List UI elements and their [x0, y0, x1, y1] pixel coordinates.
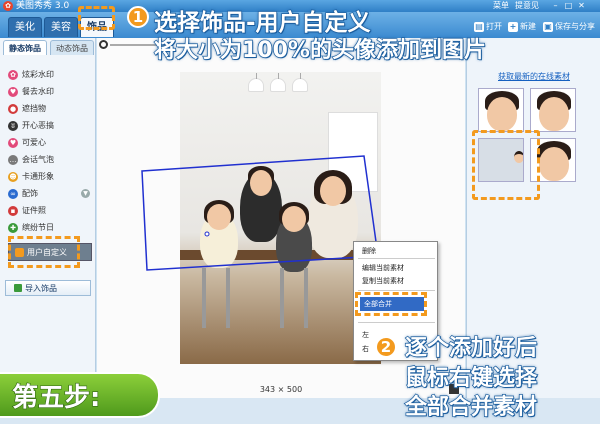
category-item[interactable]: ♥ 可爱心	[8, 134, 90, 151]
annotation-step-1-line-2: 将大小为100%的头像添加到图片	[153, 37, 486, 63]
magnifier-icon[interactable]	[99, 40, 108, 49]
accessory-panel: 静态饰品 动态饰品 ✿ 炫彩水印 ♥ 餐去水印 ● 遮挡物 ʬ 开心恶搞 ♥ 可…	[0, 38, 96, 398]
tab-makeup[interactable]: 美容	[44, 17, 78, 37]
person-child-right	[276, 202, 312, 272]
heart-icon: ♥	[8, 86, 18, 97]
step-banner-label: 第五步:	[11, 382, 101, 413]
category-label: 卡通形象	[22, 172, 54, 181]
tab-dynamic-accessories[interactable]: 动态饰品	[50, 40, 94, 55]
new-button-label: 新建	[520, 22, 536, 31]
open-button-label: 打开	[486, 22, 502, 31]
folder-icon: ▤	[474, 21, 484, 32]
new-button[interactable]: + 新建	[508, 19, 536, 34]
gift-icon: ✚	[8, 222, 18, 233]
app-title: 美图秀秀 3.0	[16, 1, 70, 11]
category-item[interactable]: … 会话气泡	[8, 151, 90, 168]
person-child-left	[200, 200, 238, 268]
heart-icon: ♥	[8, 137, 18, 148]
feedback-link[interactable]: 提意见	[515, 0, 539, 12]
tab-highlight-box	[78, 6, 115, 30]
mask-icon: ●	[8, 103, 18, 114]
custom-item-highlight-box	[8, 236, 80, 268]
import-button-label: 导入饰品	[25, 283, 57, 293]
menu-item-copy-material[interactable]: 复制当前素材	[362, 276, 404, 286]
plus-icon: +	[508, 21, 518, 32]
annotation-step-2-line-1: 逐个添加好后	[404, 335, 538, 361]
category-item[interactable]: ʬ 开心恶搞	[8, 117, 90, 134]
close-button[interactable]: ✕	[576, 1, 587, 11]
category-item[interactable]: ♥ 餐去水印	[8, 83, 90, 100]
tab-static-accessories[interactable]: 静态饰品	[3, 40, 47, 55]
id-photo-icon: ▪	[8, 205, 18, 216]
beard-icon: ʬ	[8, 120, 18, 131]
merge-all-highlight-box	[355, 292, 427, 316]
save-share-button[interactable]: ▣ 保存与分享	[543, 19, 595, 34]
category-label: 证件照	[22, 206, 46, 215]
category-label: 可爱心	[22, 138, 46, 147]
pendant-lamp-icon	[270, 73, 286, 92]
pendant-lamp-icon	[292, 73, 308, 92]
category-label: 炫彩水印	[22, 70, 54, 79]
accessory-category-list: ✿ 炫彩水印 ♥ 餐去水印 ● 遮挡物 ʬ 开心恶搞 ♥ 可爱心 … 会话气泡 …	[8, 66, 90, 236]
save-icon: ▣	[543, 21, 553, 32]
category-item[interactable]: ✿ 炫彩水印	[8, 66, 90, 83]
category-label: 会话气泡	[22, 155, 54, 164]
category-item[interactable]: ☻ 卡通形象	[8, 168, 90, 185]
menu-item-delete[interactable]: 删除	[362, 246, 376, 256]
import-accessory-button[interactable]: 导入饰品	[5, 280, 91, 296]
category-item[interactable]: ∞ 配饰 ▼	[8, 185, 90, 202]
category-item[interactable]: ✚ 缤纷节日	[8, 219, 90, 236]
import-icon	[14, 284, 22, 292]
step-2-badge: 2	[375, 336, 397, 358]
maximize-button[interactable]: □	[563, 1, 574, 11]
menu-item-edit-material[interactable]: 编辑当前素材	[362, 263, 404, 273]
minimize-button[interactable]: –	[550, 1, 561, 11]
step-1-badge: 1	[127, 6, 149, 28]
category-label: 遮挡物	[22, 104, 46, 113]
tab-beautify[interactable]: 美化	[8, 17, 42, 37]
bubble-icon: …	[8, 154, 18, 165]
category-label: 餐去水印	[22, 87, 54, 96]
glasses-icon: ∞	[8, 188, 18, 199]
pendant-lamp-icon	[248, 73, 264, 92]
app-logo-icon: ✿	[3, 1, 13, 11]
annotation-step-2-line-2: 鼠标右键选择	[404, 365, 538, 391]
menu-link[interactable]: 菜单	[493, 0, 509, 12]
category-label: 缤纷节日	[22, 223, 54, 232]
category-item[interactable]: ● 遮挡物	[8, 100, 90, 117]
annotation-step-2-line-3: 全部合并素材	[404, 394, 538, 420]
category-label: 配饰	[22, 189, 38, 198]
category-label: 开心恶搞	[22, 121, 54, 130]
cartoon-icon: ☻	[8, 171, 18, 182]
menu-item-right[interactable]: 右	[362, 344, 369, 354]
avatar-thumbnail[interactable]	[530, 88, 576, 132]
save-share-button-label: 保存与分享	[555, 22, 595, 31]
category-item[interactable]: ▪ 证件照	[8, 202, 90, 219]
avatar-thumbnail[interactable]	[478, 88, 524, 132]
thumbnail-highlight-box	[472, 130, 540, 200]
person-mother	[308, 170, 358, 258]
family-photo[interactable]	[180, 72, 381, 364]
expand-icon[interactable]: ▼	[81, 189, 90, 198]
person-father	[240, 166, 282, 242]
flower-icon: ✿	[8, 69, 18, 80]
menu-item-left[interactable]: 左	[362, 330, 369, 340]
online-material-link[interactable]: 获取最新的在线素材	[467, 71, 600, 82]
